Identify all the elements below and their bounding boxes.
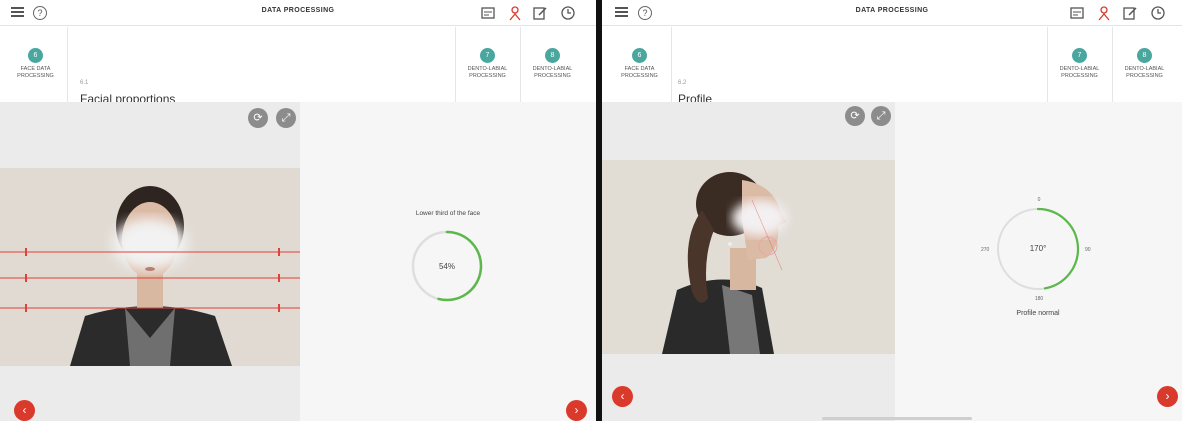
home-indicator [822, 417, 972, 420]
step-number-badge: 6 [28, 48, 43, 63]
step-dento-labial-2[interactable]: 8 DENTO-LABIAL PROCESSING [520, 27, 584, 102]
fullscreen-icon[interactable]: ⤢ [276, 108, 296, 128]
screen-facial-proportions: ? DATA PROCESSING 6 FACE DATA PROCESSING… [0, 0, 596, 421]
section-number: 6.2 [678, 80, 687, 86]
back-button[interactable]: ‹ [612, 386, 633, 407]
step-label: DENTO-LABIAL PROCESSING [532, 66, 573, 79]
person-icon[interactable] [1096, 5, 1112, 21]
gauge-value: 54% [438, 262, 455, 271]
step-dento-labial-1[interactable]: 7 DENTO-LABIAL PROCESSING [1047, 27, 1111, 102]
photo-panel: ⟳ ⤢ ‹ [602, 102, 895, 421]
result-caption: Profile normal [1016, 310, 1060, 317]
next-button[interactable]: › [566, 400, 587, 421]
photo-panel: ⟳ ⤢ ‹ [0, 102, 300, 421]
gauge-mark-left: 270 [981, 247, 990, 253]
edit-icon[interactable] [532, 5, 548, 21]
step-label: FACE DATA PROCESSING [17, 66, 54, 79]
fullscreen-icon[interactable]: ⤢ [871, 106, 891, 126]
step-number-badge: 7 [1072, 48, 1087, 63]
result-panel: 0 90 180 270 170° Profile normal › [895, 102, 1182, 421]
top-bar: ? DATA PROCESSING [602, 0, 1182, 26]
top-bar: ? DATA PROCESSING [0, 0, 596, 26]
gauge-mark-bottom: 180 [1034, 296, 1044, 302]
person-icon[interactable] [507, 5, 523, 21]
frontal-face-photo [0, 168, 300, 366]
history-icon[interactable] [560, 5, 576, 21]
screen-profile: ? DATA PROCESSING 6 FACE DATA PROCESSING… [602, 0, 1182, 421]
result-panel: Lower third of the face 54% › [300, 102, 596, 421]
history-icon[interactable] [1150, 5, 1166, 21]
step-dento-labial-1[interactable]: 7 DENTO-LABIAL PROCESSING [455, 27, 519, 102]
gauge-value: 170° [1029, 244, 1047, 253]
rotate-icon[interactable]: ⟳ [248, 108, 268, 128]
gallery-icon[interactable] [1069, 5, 1085, 21]
step-header: 6 FACE DATA PROCESSING 6.1 Facial propor… [0, 27, 596, 106]
step-header: 6 FACE DATA PROCESSING 6.2 Profile 7 DEN… [602, 27, 1182, 106]
step-number-badge: 7 [480, 48, 495, 63]
step-face-data-processing[interactable]: 6 FACE DATA PROCESSING [4, 27, 68, 102]
gauge-mark-top: 0 [1037, 197, 1041, 203]
step-face-data-processing[interactable]: 6 FACE DATA PROCESSING [608, 27, 672, 102]
content-area: ⟳ ⤢ [602, 102, 1182, 421]
gauge-mark-right: 90 [1085, 247, 1091, 253]
profile-face-photo [602, 160, 895, 354]
step-number-badge: 8 [545, 48, 560, 63]
step-label: DENTO-LABIAL PROCESSING [1059, 66, 1100, 79]
result-title: Lower third of the face [415, 210, 481, 217]
step-label: DENTO-LABIAL PROCESSING [467, 66, 508, 79]
rotate-icon[interactable]: ⟳ [845, 106, 865, 126]
step-dento-labial-2[interactable]: 8 DENTO-LABIAL PROCESSING [1112, 27, 1176, 102]
back-button[interactable]: ‹ [14, 400, 35, 421]
step-number-badge: 6 [632, 48, 647, 63]
page-title: DATA PROCESSING [855, 7, 929, 14]
edit-icon[interactable] [1122, 5, 1138, 21]
step-number-badge: 8 [1137, 48, 1152, 63]
section-number: 6.1 [80, 80, 89, 86]
content-area: ⟳ ⤢ [0, 102, 596, 421]
step-label: DENTO-LABIAL PROCESSING [1124, 66, 1165, 79]
next-button[interactable]: › [1157, 386, 1178, 407]
step-label: FACE DATA PROCESSING [621, 66, 658, 79]
gallery-icon[interactable] [480, 5, 496, 21]
